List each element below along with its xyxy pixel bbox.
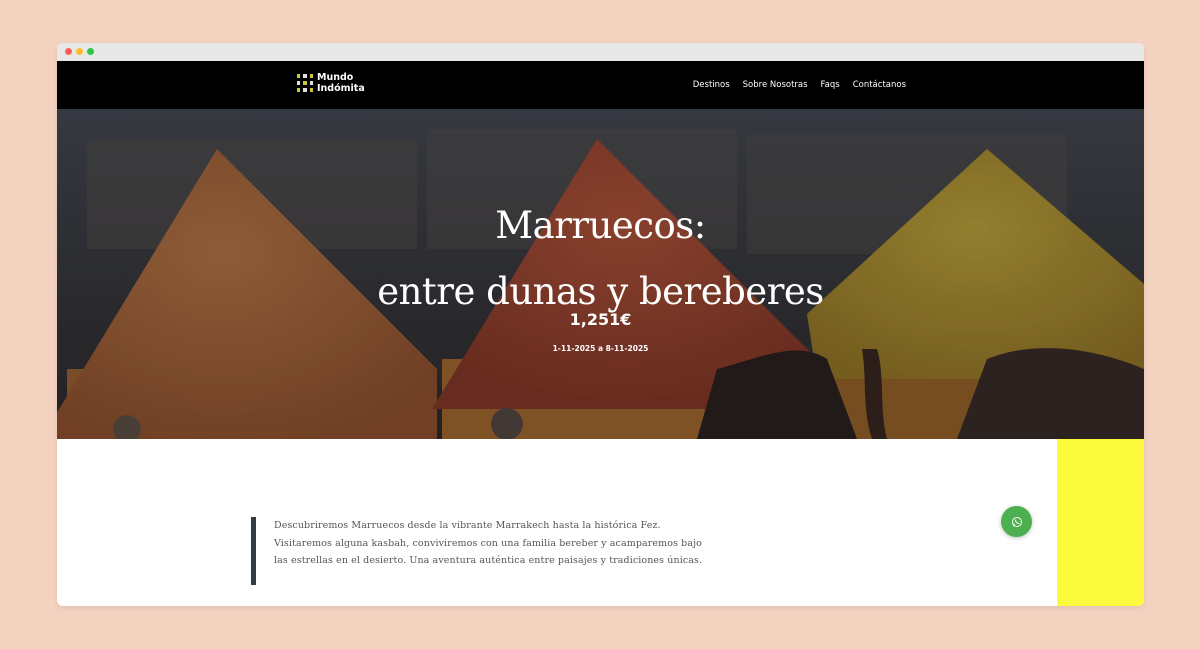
browser-window: Mundo Indómita Destinos Sobre Nosotras F…: [57, 43, 1144, 606]
trip-description-quote: Descubriremos Marruecos desde la vibrant…: [251, 517, 711, 585]
hero-title-line-1: Marruecos:: [495, 204, 706, 247]
whatsapp-chat-button[interactable]: [1001, 506, 1032, 537]
whatsapp-icon: [1011, 516, 1022, 527]
maximize-window-dot[interactable]: [87, 48, 94, 55]
nav-link-contactanos[interactable]: Contáctanos: [853, 80, 906, 90]
yellow-accent-block: [1057, 439, 1144, 606]
site-header: Mundo Indómita Destinos Sobre Nosotras F…: [57, 61, 1144, 109]
nav-link-destinos[interactable]: Destinos: [693, 80, 730, 90]
trip-price: 1,251€: [569, 310, 632, 329]
hero-banner: Marruecos: entre dunas y bereberes 1,251…: [57, 109, 1144, 439]
logo-mark-icon: [296, 73, 314, 93]
logo-line-1: Mundo: [317, 72, 354, 83]
site-logo[interactable]: Mundo Indómita: [296, 72, 365, 94]
minimize-window-dot[interactable]: [76, 48, 83, 55]
logo-line-2: Indómita: [317, 83, 365, 94]
trip-description-section: Descubriremos Marruecos desde la vibrant…: [57, 439, 1144, 606]
nav-link-sobre-nosotras[interactable]: Sobre Nosotras: [743, 80, 808, 90]
logo-text: Mundo Indómita: [317, 72, 365, 94]
main-nav: Destinos Sobre Nosotras Faqs Contáctanos: [693, 80, 906, 90]
trip-description-text: Descubriremos Marruecos desde la vibrant…: [274, 520, 703, 566]
close-window-dot[interactable]: [65, 48, 72, 55]
nav-link-faqs[interactable]: Faqs: [821, 80, 840, 90]
hero-title: Marruecos: entre dunas y bereberes: [57, 193, 1144, 325]
trip-dates: 1-11-2025 a 8-11-2025: [552, 344, 649, 353]
browser-title-bar: [57, 43, 1144, 61]
